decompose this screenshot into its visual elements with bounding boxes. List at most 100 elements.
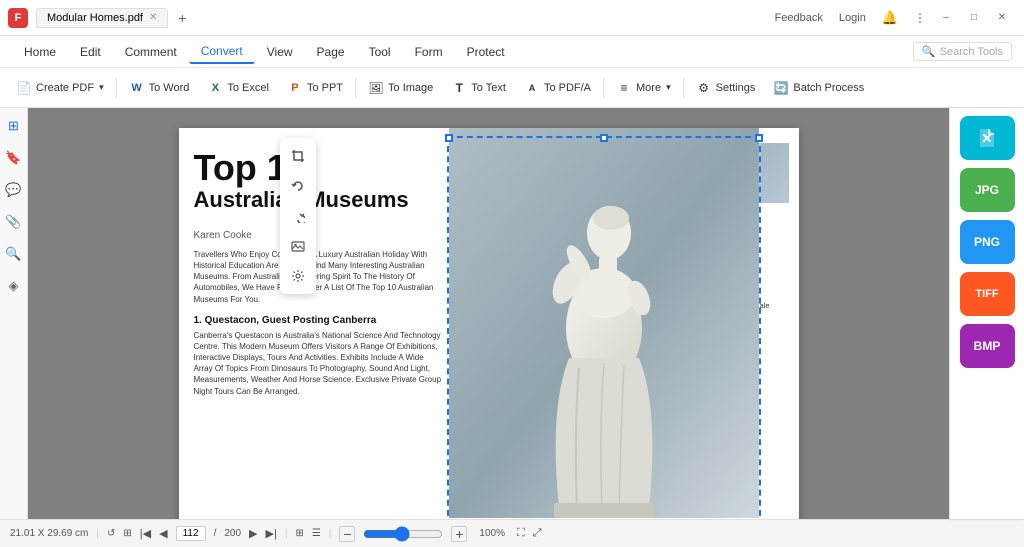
- pdf-left-column: Top 10 Australian Museums Karen Cooke Tr…: [179, 128, 459, 519]
- notification-icon[interactable]: 🔔: [876, 8, 904, 28]
- png-format-button[interactable]: PNG: [960, 220, 1015, 264]
- back-page-btn[interactable]: ◀: [159, 527, 167, 540]
- menu-tool[interactable]: Tool: [357, 41, 403, 63]
- create-pdf-button[interactable]: 📄 Create PDF: [8, 76, 112, 100]
- menu-protect[interactable]: Protect: [455, 41, 517, 63]
- image-settings-icon[interactable]: [284, 262, 312, 290]
- statusbar: 21.01 X 29.69 cm | ↺ ⊞ |◀ ◀ / 200 ▶ ▶| |…: [0, 519, 1024, 547]
- ppt-icon: P: [287, 80, 303, 96]
- toolbar-separator-4: [683, 78, 684, 98]
- create-pdf-icon: 📄: [16, 80, 32, 96]
- view-grid-icon[interactable]: ⊞: [295, 528, 303, 539]
- last-page-btn[interactable]: ▶|: [266, 527, 277, 540]
- zoom-in-btn[interactable]: +: [451, 526, 467, 542]
- menu-convert[interactable]: Convert: [189, 40, 255, 64]
- toolbar: 📄 Create PDF W To Word X To Excel P To P…: [0, 68, 1024, 108]
- menu-form[interactable]: Form: [403, 41, 455, 63]
- bmp-label: BMP: [974, 339, 1001, 353]
- titlebar: F Modular Homes.pdf ✕ + Feedback Login 🔔…: [0, 0, 1024, 36]
- view-list-icon[interactable]: ☰: [312, 528, 321, 539]
- excel-icon: X: [207, 80, 223, 96]
- floating-toolbar: [280, 138, 316, 294]
- settings-label: Settings: [716, 82, 756, 94]
- fit-window-icon[interactable]: ⛶: [517, 527, 525, 540]
- pdf-intro: Travellers Who Enjoy Combining A Luxury …: [194, 249, 444, 305]
- add-tab-button[interactable]: +: [172, 8, 192, 28]
- more-button[interactable]: ≡ More: [608, 76, 679, 100]
- toolbar-separator-1: [116, 78, 117, 98]
- sidebar-search[interactable]: 🔍: [4, 244, 24, 264]
- main-area: ⊞ 🔖 💬 📎 🔍 ◈ Top 10 Australian Museums Ka…: [0, 108, 1024, 519]
- page-number-input[interactable]: [176, 526, 206, 541]
- toolbar-separator-3: [603, 78, 604, 98]
- menu-edit[interactable]: Edit: [68, 41, 113, 63]
- to-text-button[interactable]: T To Text: [443, 76, 514, 100]
- more-options-icon[interactable]: ⋮: [908, 9, 932, 27]
- pdf-title: Top 10: [194, 148, 444, 188]
- feedback-button[interactable]: Feedback: [769, 10, 829, 26]
- menubar: Home Edit Comment Convert View Page Tool…: [0, 36, 1024, 68]
- search-tools[interactable]: 🔍 Search Tools: [913, 42, 1012, 61]
- tab-filename: Modular Homes.pdf: [47, 12, 143, 24]
- more-label: More: [636, 82, 661, 94]
- titlebar-controls: Feedback Login 🔔 ⋮: [769, 8, 932, 28]
- statue-image-container: [449, 128, 759, 518]
- sidebar-attachments[interactable]: 📎: [4, 212, 24, 232]
- to-text-label: To Text: [471, 82, 506, 94]
- maximize-button[interactable]: □: [960, 6, 988, 30]
- menu-comment[interactable]: Comment: [113, 41, 189, 63]
- replace-image-icon[interactable]: [284, 232, 312, 260]
- image-icon: 🖼: [368, 80, 384, 96]
- sidebar-page-thumbnails[interactable]: ⊞: [4, 116, 24, 136]
- tiff-format-button[interactable]: TIFF: [960, 272, 1015, 316]
- pdf-section1-body: Canberra's Questacon is Australia's Nati…: [194, 330, 444, 397]
- fullscreen-icon[interactable]: ⤢: [533, 527, 542, 540]
- sidebar-bookmarks[interactable]: 🔖: [4, 148, 24, 168]
- batch-process-button[interactable]: 🔄 Batch Process: [765, 76, 872, 100]
- more-icon: ≡: [616, 80, 632, 96]
- prev-page-btn[interactable]: |◀: [140, 527, 151, 540]
- pdfa-icon: A: [524, 80, 540, 96]
- jpg-format-button[interactable]: JPG: [960, 168, 1015, 212]
- page-separator: /: [214, 528, 217, 539]
- zoom-slider[interactable]: [363, 526, 443, 542]
- to-pdfa-button[interactable]: A To PDF/A: [516, 76, 599, 100]
- app-logo: F: [8, 8, 28, 28]
- to-excel-button[interactable]: X To Excel: [199, 76, 277, 100]
- next-page-btn[interactable]: ▶: [249, 527, 257, 540]
- to-image-button[interactable]: 🖼 To Image: [360, 76, 441, 100]
- to-word-button[interactable]: W To Word: [121, 76, 198, 100]
- menu-page[interactable]: Page: [305, 41, 357, 63]
- menu-home[interactable]: Home: [12, 41, 68, 63]
- to-excel-label: To Excel: [227, 82, 269, 94]
- login-button[interactable]: Login: [833, 10, 872, 26]
- rotate-page-icon[interactable]: ↺: [107, 528, 115, 539]
- sidebar-comments[interactable]: 💬: [4, 180, 24, 200]
- document-tab[interactable]: Modular Homes.pdf ✕: [36, 8, 168, 28]
- minimize-button[interactable]: –: [932, 6, 960, 30]
- pdf-author: Karen Cooke: [194, 230, 444, 241]
- pdf-viewer[interactable]: Top 10 Australian Museums Karen Cooke Tr…: [28, 108, 949, 519]
- page-total: 200: [224, 528, 241, 539]
- jpg-label: JPG: [975, 183, 999, 197]
- zoom-out-btn[interactable]: −: [339, 526, 355, 542]
- bmp-format-button[interactable]: BMP: [960, 324, 1015, 368]
- pdf-format-button[interactable]: [960, 116, 1015, 160]
- to-word-label: To Word: [149, 82, 190, 94]
- fit-page-icon[interactable]: ⊞: [123, 528, 131, 539]
- rotate-right-icon[interactable]: [284, 202, 312, 230]
- right-format-panel: JPG PNG TIFF BMP: [949, 108, 1024, 519]
- crop-icon[interactable]: [284, 142, 312, 170]
- close-button[interactable]: ✕: [988, 6, 1016, 30]
- settings-button[interactable]: ⚙ Settings: [688, 76, 764, 100]
- menu-view[interactable]: View: [255, 41, 305, 63]
- to-image-label: To Image: [388, 82, 433, 94]
- text-icon: T: [451, 80, 467, 96]
- rotate-left-icon[interactable]: [284, 172, 312, 200]
- word-icon: W: [129, 80, 145, 96]
- settings-icon: ⚙: [696, 80, 712, 96]
- sidebar-layers[interactable]: ◈: [4, 276, 24, 296]
- tab-close-icon[interactable]: ✕: [149, 12, 157, 23]
- to-ppt-button[interactable]: P To PPT: [279, 76, 351, 100]
- page-dimensions: 21.01 X 29.69 cm: [10, 528, 88, 539]
